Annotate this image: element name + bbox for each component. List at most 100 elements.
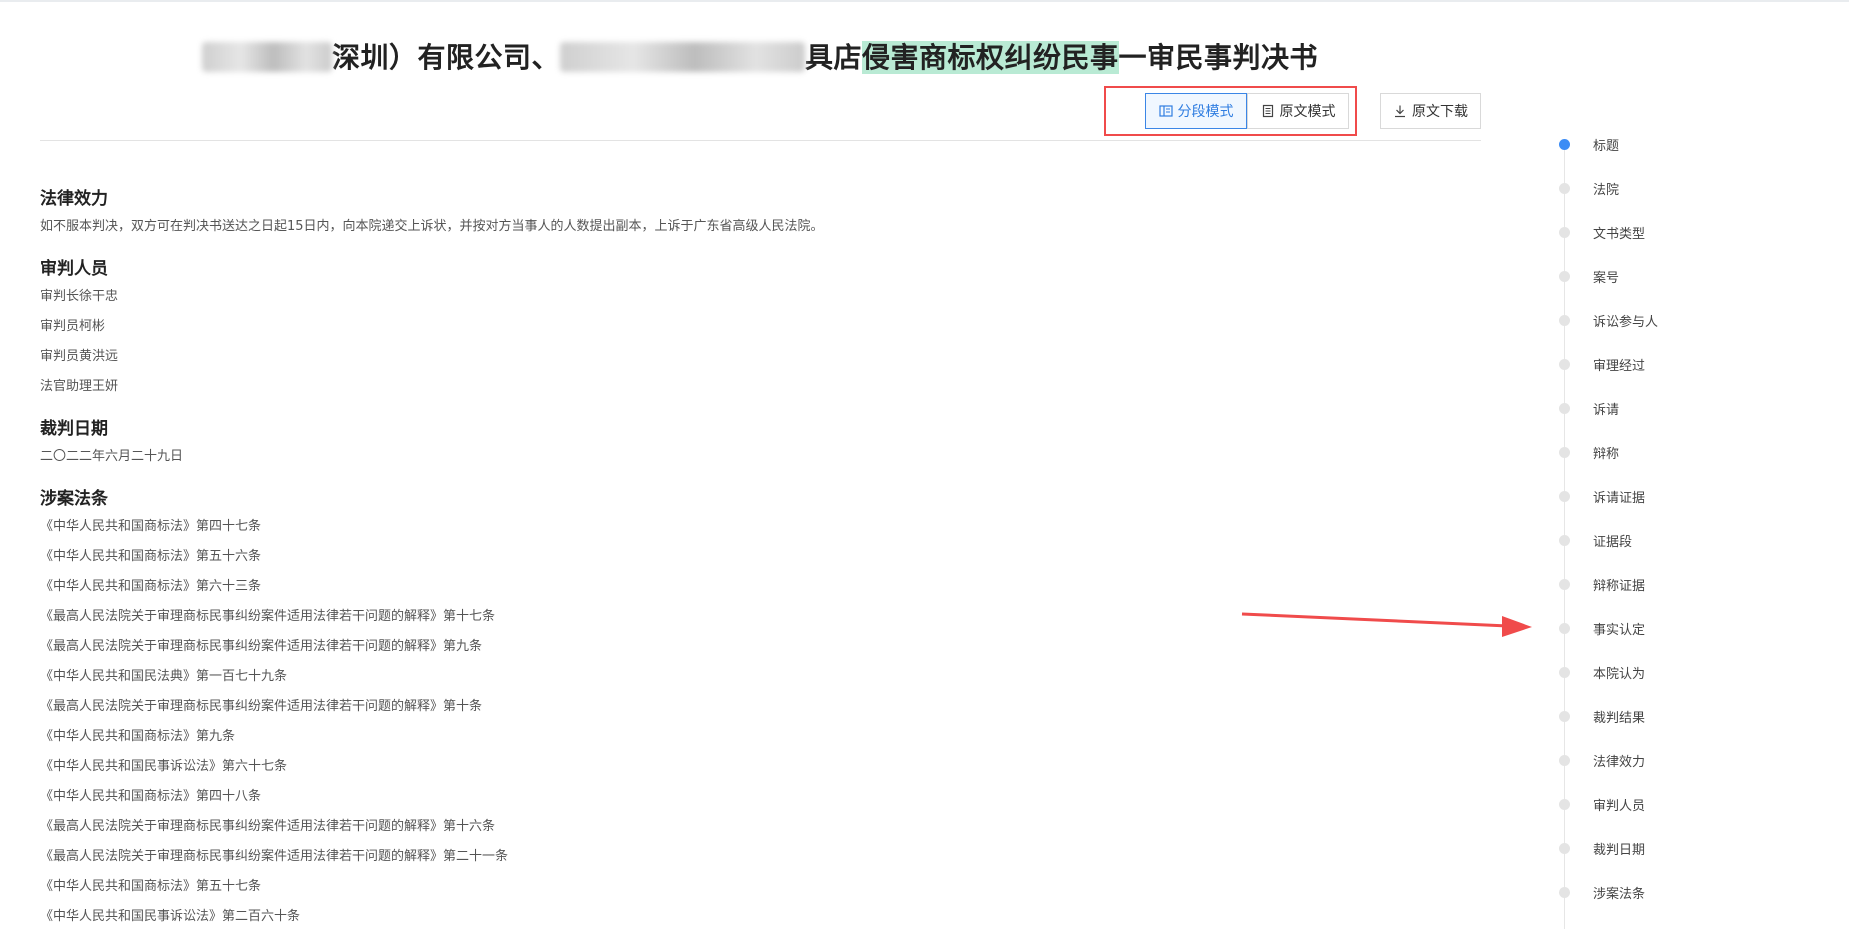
toc-item-label: 案号 [1593,270,1620,286]
law-line: 《最高人民法院关于审理商标民事纠纷案件适用法律若干问题的解释》第十条 [40,699,483,714]
toc-item-label: 文书类型 [1593,226,1646,242]
header-divider [40,140,1481,141]
original-mode-button[interactable]: 原文模式 [1247,93,1349,129]
title-highlight: 侵害商标权纠纷民事 [862,41,1119,74]
timeline-dot-icon [1559,402,1570,414]
timeline-dot-icon [1559,578,1570,590]
title-part-3: 一审民事判决书 [1118,41,1319,74]
timeline-dot-icon [1559,490,1570,502]
toc-item[interactable]: 诉请证据 [1556,485,1645,507]
timeline-dot-icon [1559,798,1570,810]
toc-item-label: 裁判日期 [1593,842,1646,858]
toc-item[interactable]: 审理经过 [1556,353,1645,375]
section-timeline-nav: 标题法院文书类型案号诉讼参与人审理经过诉请辩称诉请证据证据段辩称证据事实认定本院… [1556,133,1756,929]
timeline-dot-icon [1559,138,1570,150]
toc-item-label: 法院 [1593,182,1620,198]
section-heading: 涉案法条 [40,489,108,509]
timeline-dot-icon [1559,182,1570,194]
judge-line: 审判员黄洪远 [40,349,119,364]
section-judges: 审判人员 审判长徐干忠 审判员柯彬 审判员黄洪远 法官助理王妍 [40,256,1340,402]
section-date: 裁判日期 二〇二二年六月二十九日 [40,416,1340,472]
toc-item-label: 标题 [1593,138,1620,154]
law-line: 《最高人民法院关于审理商标民事纠纷案件适用法律若干问题的解释》第十七条 [40,609,496,624]
toc-item-label: 诉请 [1593,402,1620,418]
segment-mode-label: 分段模式 [1177,104,1234,120]
timeline-dot-icon [1559,314,1570,326]
timeline-dot-icon [1559,754,1570,766]
toc-item[interactable]: 诉讼参与人 [1556,309,1658,331]
toc-item-label: 辩称证据 [1593,578,1646,594]
law-line: 《中华人民共和国商标法》第六十三条 [40,579,262,594]
timeline-dot-icon [1559,622,1570,634]
toc-item-label: 法律效力 [1593,754,1646,770]
document-icon [1262,104,1273,118]
toc-item[interactable]: 法院 [1556,177,1619,199]
timeline-dot-icon [1559,534,1570,546]
toc-item-label: 裁判结果 [1593,710,1646,726]
toc-item[interactable]: 事实认定 [1556,617,1645,639]
law-line: 《中华人民共和国民法典》第一百七十九条 [40,669,288,684]
toc-item[interactable]: 裁判结果 [1556,705,1645,727]
law-line: 《最高人民法院关于审理商标民事纠纷案件适用法律若干问题的解释》第九条 [40,639,483,654]
download-label: 原文下载 [1412,104,1468,120]
toc-item[interactable]: 审判人员 [1556,793,1645,815]
toc-item-label: 本院认为 [1593,666,1646,682]
timeline-dot-icon [1559,226,1570,238]
toc-item-label: 事实认定 [1593,622,1646,638]
timeline-dot-icon [1559,270,1570,282]
law-line: 《中华人民共和国商标法》第五十六条 [40,549,262,564]
toc-item[interactable]: 辩称证据 [1556,573,1645,595]
law-line: 《中华人民共和国民事诉讼法》第二百六十条 [40,909,301,924]
title-part-2: 具店 [804,41,862,74]
toc-item-label: 辩称 [1593,446,1620,462]
timeline-dot-icon [1559,886,1570,898]
document-content: 法律效力 如不服本判决，双方可在判决书送达之日起15日内，向本院递交上诉状，并按… [40,186,1340,932]
section-heading: 法律效力 [40,189,108,209]
toc-item[interactable]: 涉案法条 [1556,881,1645,903]
top-border [0,0,1849,2]
law-line: 《中华人民共和国商标法》第五十七条 [40,879,262,894]
segment-mode-button[interactable]: 分段模式 [1145,93,1247,129]
toc-item-label: 证据段 [1593,534,1633,550]
toc-item[interactable]: 标题 [1556,133,1619,155]
section-laws: 涉案法条 《中华人民共和国商标法》第四十七条 《中华人民共和国商标法》第五十六条… [40,486,1340,932]
toc-item[interactable]: 本院认为 [1556,661,1645,683]
section-heading: 裁判日期 [40,419,108,439]
law-line: 《中华人民共和国商标法》第四十八条 [40,789,262,804]
book-icon [1158,105,1173,117]
toc-item-label: 涉案法条 [1593,886,1646,902]
toc-item[interactable]: 裁判日期 [1556,837,1645,859]
toc-item[interactable]: 案号 [1556,265,1619,287]
section-text: 如不服本判决，双方可在判决书送达之日起15日内，向本院递交上诉状，并按对方当事人… [40,219,824,234]
timeline-dot-icon [1559,710,1570,722]
redacted-text [559,42,805,72]
judge-line: 审判长徐干忠 [40,289,119,304]
toc-item[interactable]: 辩称 [1556,441,1619,463]
toc-item[interactable]: 证据段 [1556,529,1632,551]
law-line: 《中华人民共和国商标法》第四十七条 [40,519,262,534]
judge-line: 审判员柯彬 [40,319,106,334]
toc-item[interactable]: 诉请 [1556,397,1619,419]
timeline-dot-icon [1559,358,1570,370]
original-mode-label: 原文模式 [1279,104,1336,120]
judge-line: 法官助理王妍 [40,379,119,394]
toc-item-label: 诉讼参与人 [1593,314,1659,330]
download-icon [1395,105,1405,118]
timeline-dot-icon [1559,842,1570,854]
timeline-dot-icon [1559,666,1570,678]
section-heading: 审判人员 [40,259,108,279]
toc-item-label: 审理经过 [1593,358,1646,374]
section-text: 二〇二二年六月二十九日 [40,449,184,464]
timeline-dot-icon [1559,446,1570,458]
redacted-text [201,42,332,72]
toc-item[interactable]: 法律效力 [1556,749,1645,771]
law-line: 《最高人民法院关于审理商标民事纠纷案件适用法律若干问题的解释》第十六条 [40,819,496,834]
toc-item-label: 审判人员 [1593,798,1646,814]
page-title: 深圳）有限公司、 具店侵害商标权纠纷民事一审民事判决书 [0,36,1520,76]
toc-item[interactable]: 文书类型 [1556,221,1645,243]
download-original-button[interactable]: 原文下载 [1380,93,1481,129]
law-line: 《最高人民法院关于审理商标民事纠纷案件适用法律若干问题的解释》第二十一条 [40,849,509,864]
law-line: 《中华人民共和国民事诉讼法》第六十七条 [40,759,288,774]
section-legal-effect: 法律效力 如不服本判决，双方可在判决书送达之日起15日内，向本院递交上诉状，并按… [40,186,1340,242]
toc-item-label: 诉请证据 [1593,490,1646,506]
